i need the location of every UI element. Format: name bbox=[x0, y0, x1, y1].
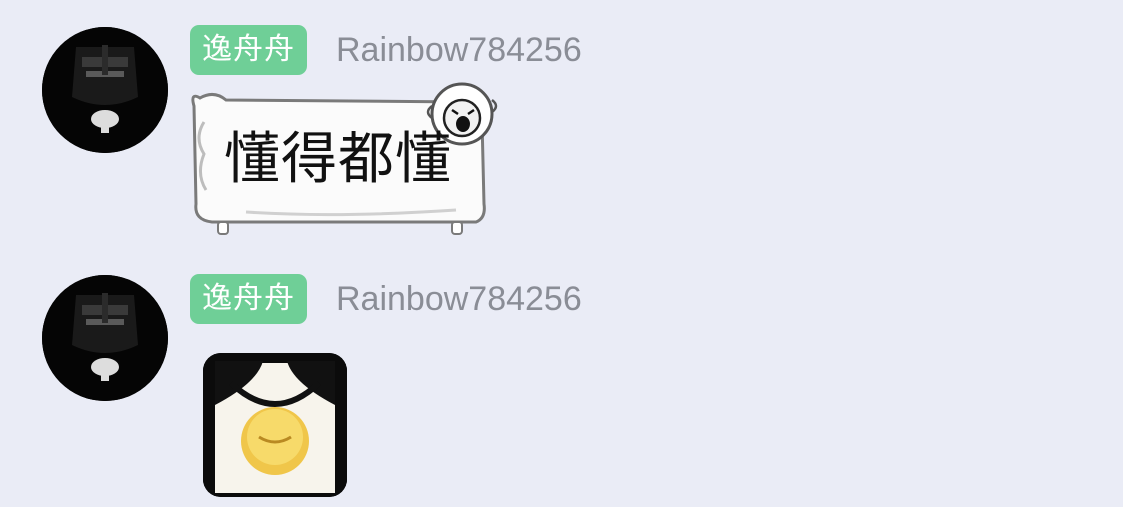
message-text: 懂得都懂 bbox=[224, 127, 452, 192]
title-badge: 逸舟舟 bbox=[190, 25, 307, 75]
chat-message: 逸舟舟 Rainbow784256 懂得都懂 bbox=[0, 0, 1123, 250]
avatar[interactable] bbox=[42, 275, 168, 401]
message-bubble[interactable]: 懂得都懂 bbox=[186, 78, 506, 238]
avatar[interactable] bbox=[42, 27, 168, 153]
emoji-sticker-icon bbox=[203, 353, 347, 497]
username[interactable]: Rainbow784256 bbox=[336, 274, 582, 324]
username[interactable]: Rainbow784256 bbox=[336, 25, 582, 75]
dark-figure-avatar-icon bbox=[42, 275, 168, 401]
title-badge: 逸舟舟 bbox=[190, 274, 307, 324]
dark-figure-avatar-icon bbox=[42, 27, 168, 153]
emoji-sticker[interactable] bbox=[203, 353, 347, 497]
chat-message: 逸舟舟 Rainbow784256 bbox=[0, 250, 1123, 507]
